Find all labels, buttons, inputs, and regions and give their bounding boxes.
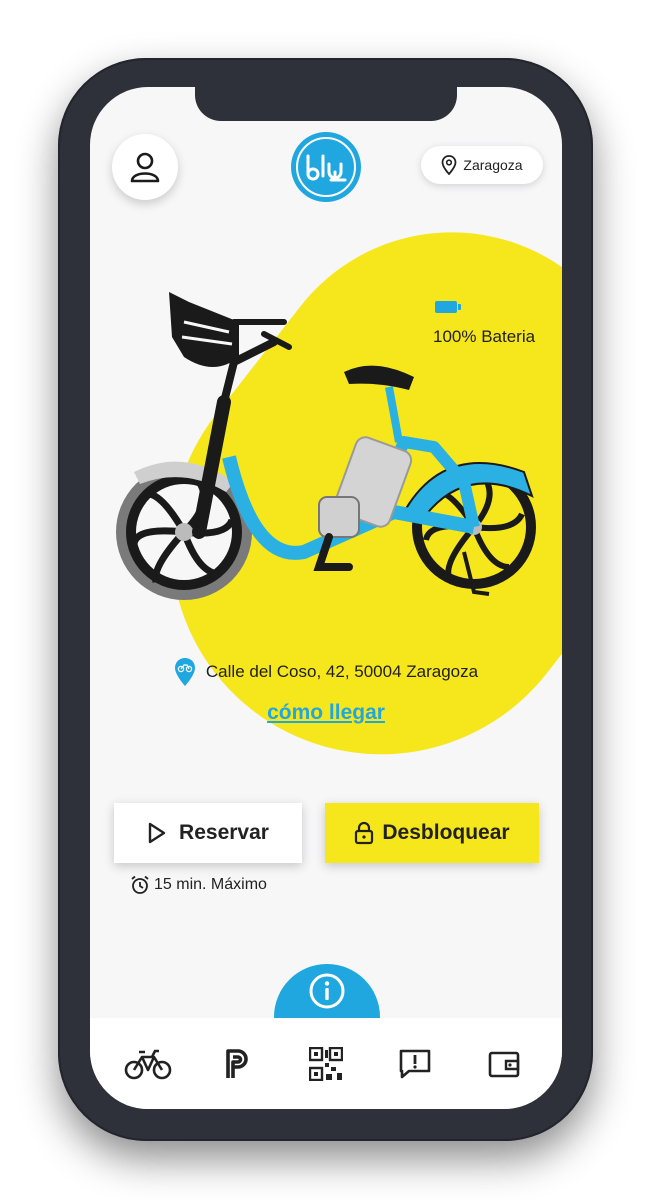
max-time-label: 15 min. Máximo (154, 876, 267, 893)
bike-station-pin-icon (174, 658, 195, 686)
nav-bikes[interactable] (119, 1039, 177, 1089)
address-text: Calle del Coso, 42, 50004 Zaragoza (205, 662, 479, 681)
nav-wallet[interactable] (475, 1039, 533, 1089)
play-icon (148, 822, 166, 844)
nav-parking[interactable] (208, 1039, 266, 1089)
blu-logo-mark (306, 154, 347, 182)
bottom-navigation (90, 1018, 562, 1109)
reserve-button[interactable]: Reservar (114, 803, 302, 863)
unlock-label: Desbloquear (382, 821, 510, 844)
wallet-icon (488, 1051, 519, 1078)
info-tab[interactable] (274, 964, 380, 1018)
reservation-max-time: 15 min. Máximo (130, 875, 267, 895)
bike-illustration (116, 292, 536, 600)
bike-icon (125, 1049, 172, 1080)
station-address: Calle del Coso, 42, 50004 Zaragoza (90, 657, 562, 687)
city-label: Zaragoza (463, 157, 523, 173)
nav-report[interactable] (386, 1039, 444, 1089)
profile-button[interactable] (112, 134, 178, 200)
nav-scan-qr[interactable] (297, 1039, 355, 1089)
city-selector[interactable]: Zaragoza (421, 146, 543, 184)
qr-code-icon (308, 1047, 343, 1081)
alarm-clock-icon (131, 875, 149, 894)
unlock-button[interactable]: Desbloquear (325, 803, 539, 863)
phone-notch (195, 87, 457, 121)
padlock-icon (355, 821, 374, 845)
report-icon (399, 1049, 431, 1079)
blu-logo (291, 132, 361, 202)
app-screen: Zaragoza 100% Bateria Calle del Coso, 42… (90, 87, 562, 1109)
user-icon (130, 152, 160, 183)
info-icon (309, 973, 345, 1009)
reserve-label: Reservar (179, 821, 269, 844)
directions-link[interactable]: cómo llegar (90, 701, 562, 725)
parking-icon (226, 1049, 248, 1078)
location-pin-icon (442, 155, 457, 175)
